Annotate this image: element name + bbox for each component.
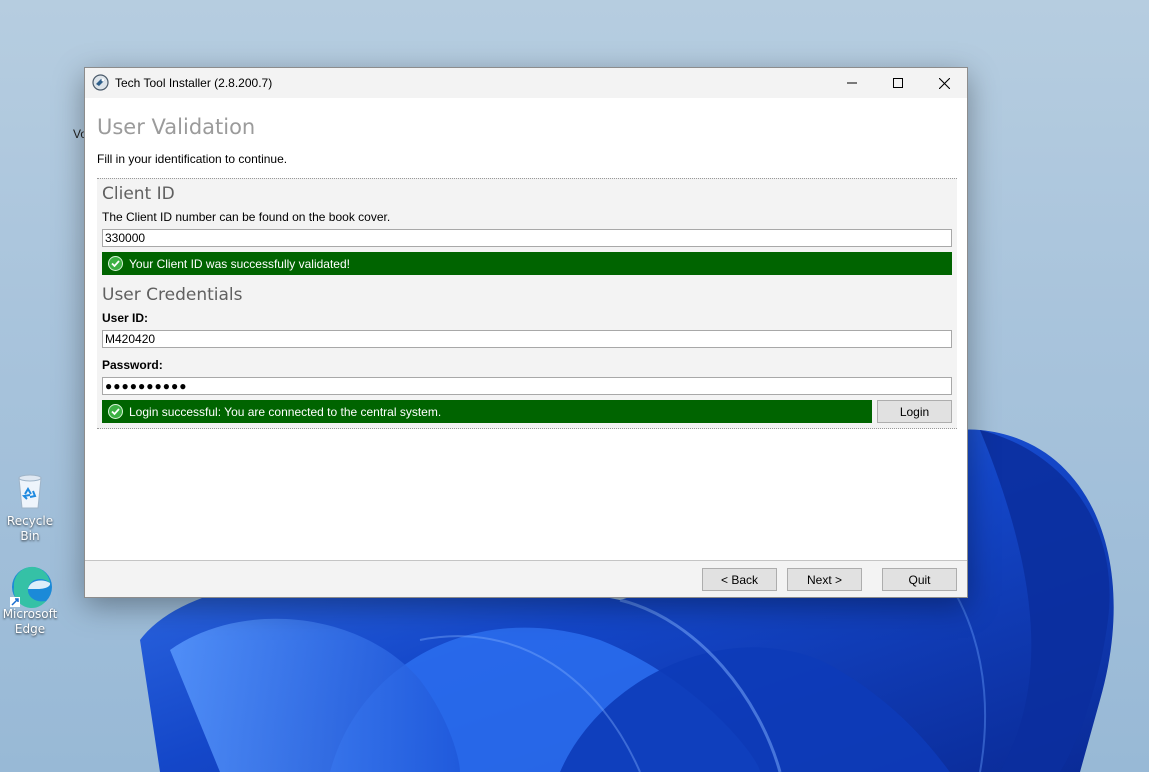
installer-window: Tech Tool Installer (2.8.200.7) User Val…: [84, 67, 968, 598]
user-id-input[interactable]: M420420: [102, 330, 952, 348]
edge-label-line2: Edge: [14, 622, 46, 636]
login-success-banner: Login successful: You are connected to t…: [102, 400, 872, 423]
validation-panel: Client ID The Client ID number can be fo…: [97, 178, 957, 429]
client-id-heading: Client ID: [102, 184, 175, 204]
client-id-input[interactable]: 330000: [102, 229, 952, 247]
recycle-bin-label: Recycle Bin: [6, 514, 54, 543]
title-bar[interactable]: Tech Tool Installer (2.8.200.7): [85, 68, 967, 98]
password-input[interactable]: ●●●●●●●●●●: [102, 377, 952, 395]
wizard-footer: < Back Next > Quit: [85, 560, 967, 597]
maximize-button[interactable]: [875, 68, 921, 98]
window-title: Tech Tool Installer (2.8.200.7): [115, 76, 273, 90]
minimize-button[interactable]: [829, 68, 875, 98]
password-label: Password:: [102, 358, 163, 372]
page-subtitle: Fill in your identification to continue.: [97, 152, 288, 166]
checkmark-icon: [108, 256, 123, 271]
close-icon: [938, 77, 950, 89]
close-button[interactable]: [921, 68, 967, 98]
page-title: User Validation: [97, 115, 256, 139]
app-icon: [92, 74, 109, 91]
user-credentials-heading: User Credentials: [102, 285, 243, 305]
client-id-success-banner: Your Client ID was successfully validate…: [102, 252, 952, 275]
edge-label-line1: Microsoft: [2, 607, 58, 621]
desktop-icon-recycle-bin[interactable]: Recycle Bin: [0, 470, 62, 544]
back-button[interactable]: < Back: [702, 568, 777, 591]
client-id-success-text: Your Client ID was successfully validate…: [129, 256, 350, 271]
next-button[interactable]: Next >: [787, 568, 862, 591]
maximize-icon: [893, 78, 903, 88]
recycle-bin-icon: [10, 470, 50, 510]
login-button[interactable]: Login: [877, 400, 952, 423]
edge-icon: [10, 563, 52, 609]
desktop-icon-microsoft-edge[interactable]: Microsoft Edge: [0, 563, 62, 637]
quit-button[interactable]: Quit: [882, 568, 957, 591]
checkmark-icon: [108, 404, 123, 419]
login-success-text: Login successful: You are connected to t…: [129, 404, 442, 419]
user-id-label: User ID:: [102, 311, 149, 325]
client-id-hint: The Client ID number can be found on the…: [102, 210, 391, 224]
minimize-icon: [847, 82, 857, 84]
